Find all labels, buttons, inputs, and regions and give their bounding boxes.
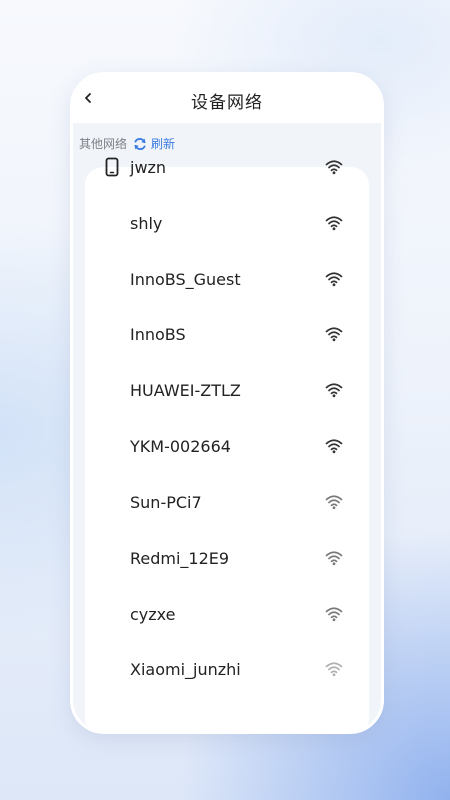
network-ssid: jwzn bbox=[130, 157, 167, 177]
wifi-icon bbox=[325, 159, 343, 175]
network-ssid: HUAWEI-ZTLZ bbox=[130, 380, 241, 400]
wifi-icon bbox=[325, 438, 343, 454]
wifi-icon bbox=[325, 661, 343, 677]
network-ssid: cyzxe bbox=[130, 604, 176, 624]
wifi-icon bbox=[325, 215, 343, 231]
network-item[interactable]: cyzxe bbox=[85, 594, 369, 634]
app-window: 设备网络 其他网络 刷新 jwzn shly InnoBS_Guest InnoBS H… bbox=[70, 72, 384, 734]
wifi-icon bbox=[325, 271, 343, 287]
network-item[interactable]: Sun-PCi7 bbox=[85, 482, 369, 522]
network-ssid: InnoBS bbox=[130, 324, 186, 344]
page-title: 设备网络 bbox=[191, 93, 263, 113]
wifi-icon bbox=[325, 550, 343, 566]
network-item[interactable]: Xiaomi_junzhi bbox=[85, 649, 369, 689]
wifi-icon bbox=[325, 326, 343, 342]
network-ssid: shly bbox=[130, 213, 163, 233]
network-ssid: InnoBS_Guest bbox=[130, 269, 241, 289]
network-item[interactable]: InnoBS_Guest bbox=[85, 259, 369, 299]
network-ssid: YKM-002664 bbox=[130, 436, 231, 456]
wifi-icon bbox=[325, 382, 343, 398]
network-item[interactable]: InnoBS bbox=[85, 314, 369, 354]
wifi-icon bbox=[325, 494, 343, 510]
network-ssid: Xiaomi_junzhi bbox=[130, 659, 241, 679]
network-list: jwzn shly InnoBS_Guest InnoBS HUAWEI-ZTLZ YKM… bbox=[85, 158, 369, 731]
network-item[interactable]: YKM-002664 bbox=[85, 426, 369, 466]
phone-icon bbox=[105, 157, 119, 177]
network-ssid: Redmi_12E9 bbox=[130, 548, 230, 568]
header: 设备网络 bbox=[73, 75, 381, 123]
network-item[interactable]: shly bbox=[85, 203, 369, 243]
wifi-icon bbox=[325, 606, 343, 622]
network-item[interactable]: jwzn bbox=[85, 147, 369, 187]
network-item[interactable]: Redmi_12E9 bbox=[85, 538, 369, 578]
network-item[interactable]: HUAWEI-ZTLZ bbox=[85, 370, 369, 410]
network-ssid: Sun-PCi7 bbox=[130, 492, 202, 512]
